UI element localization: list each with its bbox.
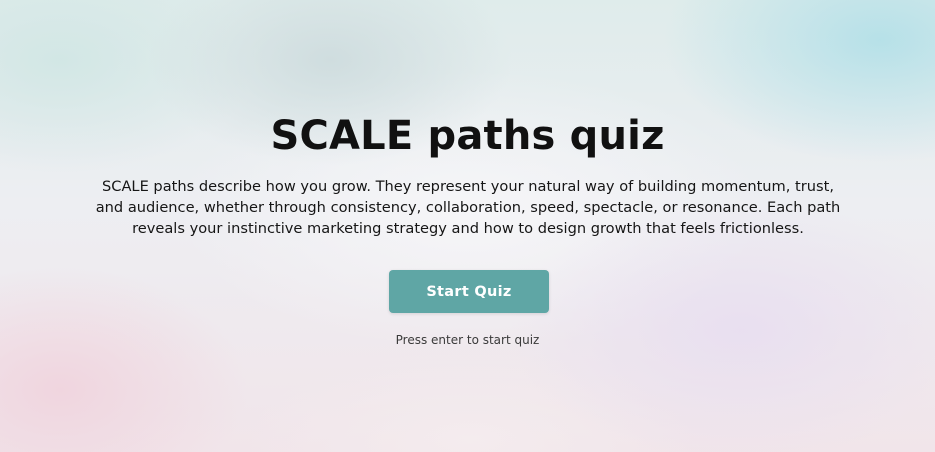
quiz-intro-screen: SCALE paths quiz SCALE paths describe ho…: [0, 0, 935, 452]
quiz-description: SCALE paths describe how you grow. They …: [95, 178, 841, 237]
keyboard-hint: Press enter to start quiz: [395, 333, 540, 347]
page-title: SCALE paths quiz: [270, 113, 665, 159]
start-quiz-button[interactable]: Start Quiz: [389, 270, 549, 313]
